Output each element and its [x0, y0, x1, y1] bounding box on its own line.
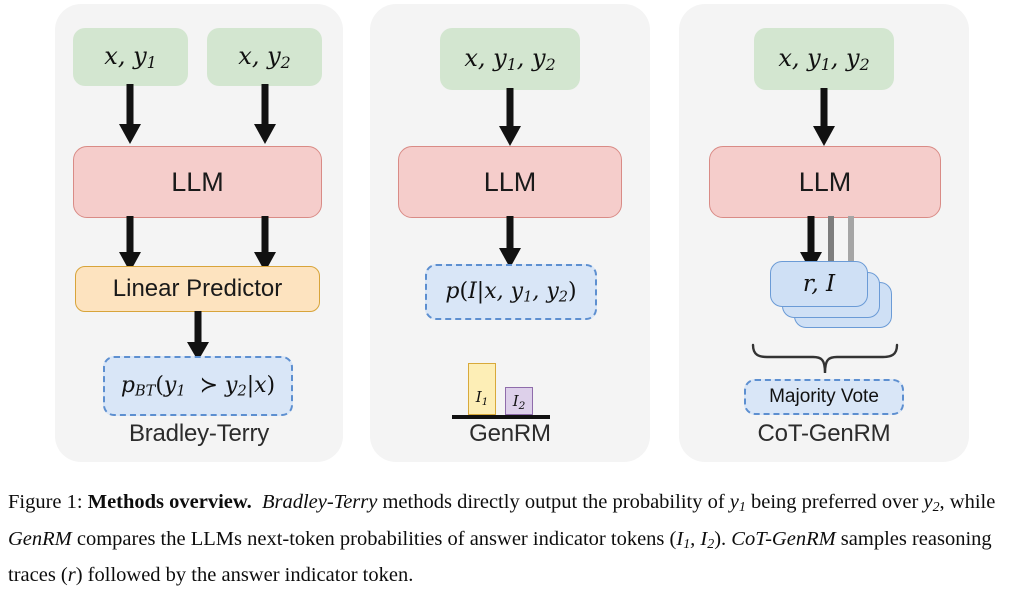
arrow-input-to-llm-genrm [499, 88, 521, 146]
input-box-x-y2: x, y2 [207, 28, 322, 86]
arrow-input-to-llm-cot [813, 88, 835, 146]
arrow-input2-to-llm [254, 84, 276, 144]
bar-chart-baseline [452, 415, 550, 419]
majority-vote-box: Majority Vote [744, 379, 904, 415]
sample-card-label-r-i: r, I [802, 271, 836, 297]
caption-math-y1: y1 [729, 491, 746, 516]
panel-label-cot-genrm: CoT-GenRM [757, 420, 891, 447]
majority-vote-label: Majority Vote [769, 386, 879, 407]
aggregation-brace [751, 343, 899, 374]
figure-methods-overview: x, y1 x, y2 LLM Linear Predictor pBT(y1 … [0, 0, 1024, 470]
linear-predictor-box: Linear Predictor [75, 266, 320, 312]
bar-chart-indicator-probs: I1 I2 [430, 359, 590, 419]
bar-label-i1: I1 [475, 388, 489, 409]
caption-math-tokens: I1, I2 [676, 527, 715, 552]
input-box-x-y1-y2-genrm: x, y1, y2 [440, 28, 580, 90]
output-box-pbt: pBT(y1 ≻ y2|x) [103, 356, 293, 416]
arrow-llm-to-output-genrm [499, 216, 521, 268]
caption-math-r: r [67, 564, 76, 587]
caption-method-cot: CoT-GenRM [731, 527, 836, 550]
caption-method-genrm: GenRM [8, 527, 72, 550]
caption-math-y2: y2 [923, 491, 940, 516]
caption-text-5: ). [714, 527, 732, 550]
panel-bradley-terry: x, y1 x, y2 LLM Linear Predictor pBT(y1 … [55, 4, 343, 462]
input-label-x-y1: x, y1 [104, 42, 157, 72]
sample-card-1: r, I [770, 261, 868, 307]
caption-text-7: ) followed by the answer indicator token… [75, 564, 414, 587]
input-label-x-y1-y2: x, y1, y2 [464, 44, 556, 74]
bar-i1: I1 [468, 363, 496, 415]
input-label-x-y1-y2-cot: x, y1, y2 [778, 44, 870, 74]
llm-label: LLM [483, 166, 537, 197]
caption-text-1: methods directly output the probability … [377, 491, 730, 513]
caption-text-3: , while [939, 491, 996, 513]
linear-predictor-label: Linear Predictor [112, 275, 283, 302]
llm-box-bradley-terry: LLM [73, 146, 322, 218]
output-box-p-i-given: p(I|x, y1, y2) [425, 264, 597, 320]
figure-caption: Figure 1: Methods overview. Bradley-Terr… [8, 487, 1018, 591]
input-box-x-y1-y2-cot: x, y1, y2 [754, 28, 894, 90]
panel-label-bradley-terry: Bradley-Terry [128, 420, 270, 447]
caption-figure-number: Figure 1: [8, 491, 83, 513]
caption-method-bt: Bradley-Terry [261, 491, 378, 513]
input-label-x-y2: x, y2 [238, 42, 291, 72]
bar-i2: I2 [505, 387, 533, 415]
arrow-input1-to-llm [119, 84, 141, 144]
panel-genrm: x, y1, y2 LLM p(I|x, y1, y2) I1 I2 GenRM [370, 4, 650, 462]
caption-text-4: compares the LLMs next-token probabiliti… [71, 527, 677, 550]
output-label-p-i-given: p(I|x, y1, y2) [445, 278, 577, 306]
caption-title: Methods overview. [87, 491, 252, 513]
caption-text-2: being preferred over [745, 491, 924, 513]
llm-label: LLM [171, 166, 224, 197]
llm-box-cot: LLM [709, 146, 941, 218]
output-label-pbt: pBT(y1 ≻ y2|x) [120, 372, 276, 400]
bar-label-i2: I2 [512, 392, 526, 413]
llm-box-genrm: LLM [398, 146, 622, 218]
panel-cot-genrm: x, y1, y2 LLM r, I Majority Vote CoT-Gen… [679, 4, 969, 462]
panel-label-genrm: GenRM [469, 420, 551, 447]
input-box-x-y1: x, y1 [73, 28, 188, 86]
llm-label: LLM [798, 166, 852, 197]
